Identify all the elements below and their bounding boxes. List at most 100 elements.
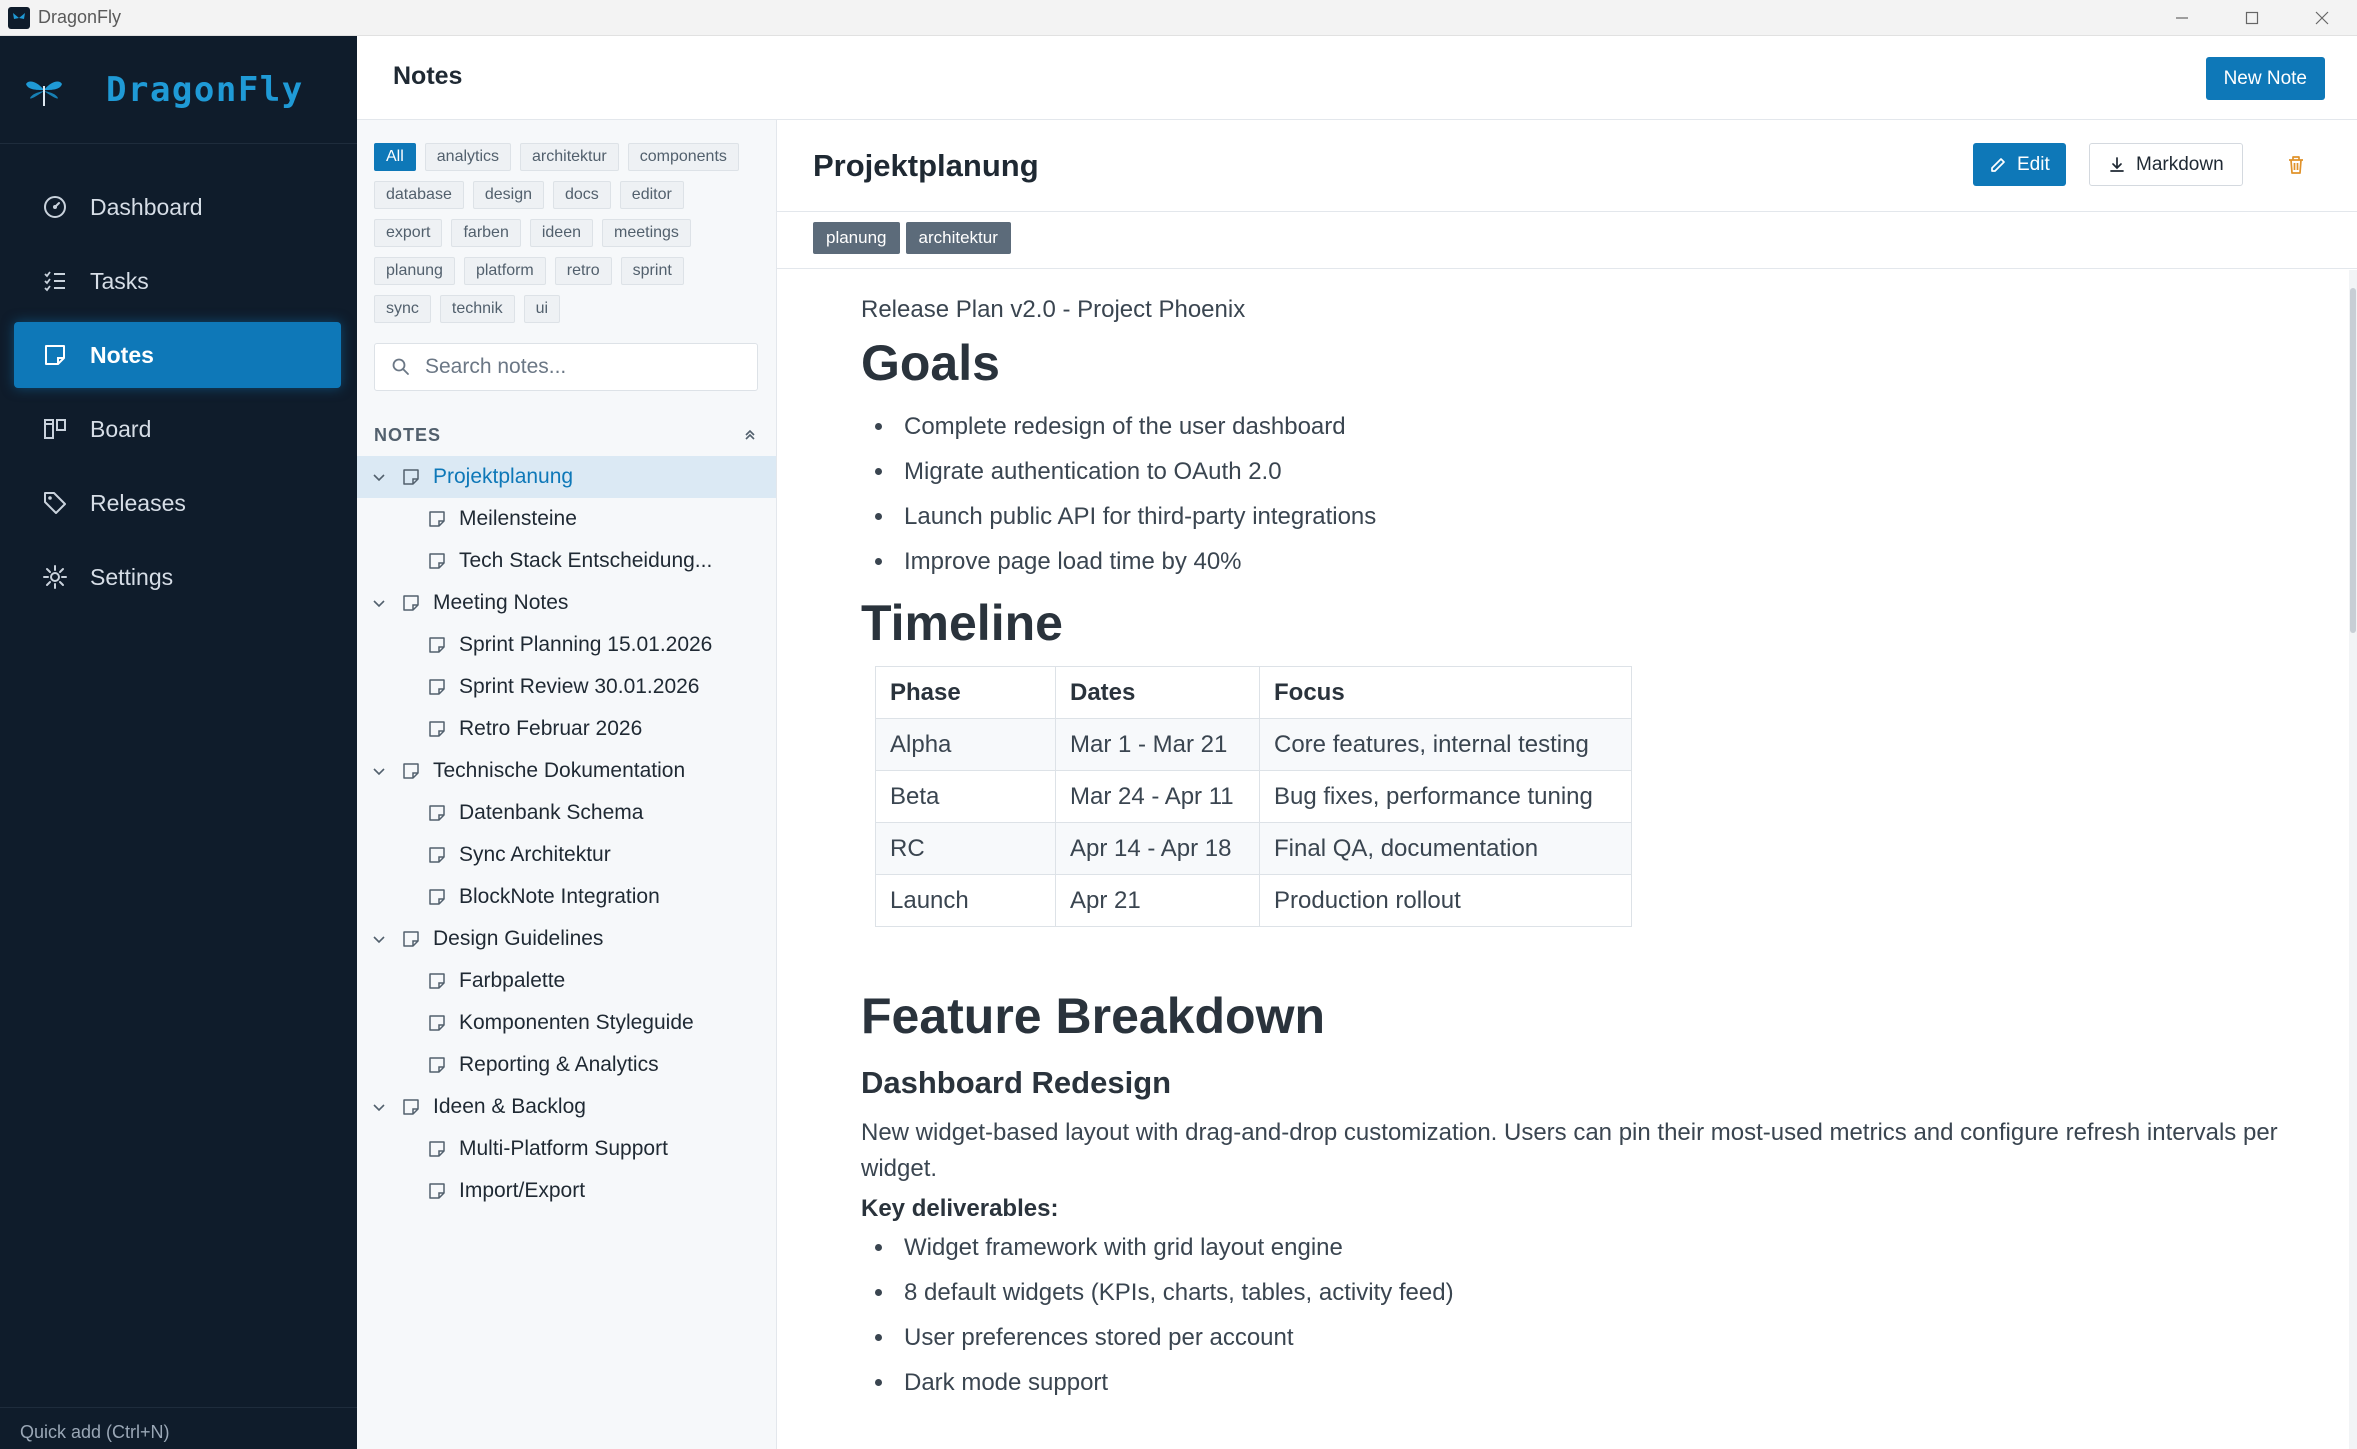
tag-filter-all[interactable]: All: [374, 143, 416, 171]
table-header-row: Phase Dates Focus: [875, 666, 1632, 719]
dashboard-description: New widget-based layout with drag-and-dr…: [861, 1119, 2278, 1182]
table-cell: Production rollout: [1259, 874, 1632, 927]
sidebar-item-releases[interactable]: Releases: [14, 470, 341, 536]
tree-note-row[interactable]: Meilensteine: [357, 498, 776, 540]
note-content-pane: Projektplanung Edit Markdown planung arc…: [777, 120, 2357, 1449]
tree-note-row[interactable]: Tech Stack Entscheidung...: [357, 540, 776, 582]
tag-filter-components[interactable]: components: [627, 143, 739, 171]
tree-note-row[interactable]: BlockNote Integration: [357, 876, 776, 918]
checklist-icon: [40, 266, 70, 296]
tree-folder-row[interactable]: Ideen & Backlog: [357, 1086, 776, 1128]
list-item: Launch public API for third-party integr…: [861, 494, 2281, 539]
note-icon: [427, 677, 447, 697]
tag-filter-ideen[interactable]: ideen: [529, 219, 593, 247]
tree-item-label: Datenbank Schema: [459, 801, 644, 824]
tree-folder-row[interactable]: Meeting Notes: [357, 582, 776, 624]
tree-note-row[interactable]: Retro Februar 2026: [357, 708, 776, 750]
tag-filter-retro[interactable]: retro: [554, 257, 612, 285]
tag-row: export farben ideen meetings: [374, 214, 764, 252]
sidebar-item-tasks[interactable]: Tasks: [14, 248, 341, 314]
divider: [777, 268, 2357, 269]
tree-note-row[interactable]: Reporting & Analytics: [357, 1044, 776, 1086]
tree-item-label: Tech Stack Entscheidung...: [459, 549, 713, 572]
sidebar-item-label: Dashboard: [90, 193, 203, 220]
tag-filter-technik[interactable]: technik: [439, 295, 515, 323]
chevron-down-icon[interactable]: [371, 763, 387, 779]
tag-filter-architektur[interactable]: architektur: [520, 143, 619, 171]
minimize-icon[interactable]: [2147, 0, 2217, 36]
chevron-down-icon[interactable]: [371, 1099, 387, 1115]
page-header: Notes New Note: [357, 36, 2357, 120]
sidebar-item-dashboard[interactable]: Dashboard: [14, 174, 341, 240]
sidebar-item-settings[interactable]: Settings: [14, 544, 341, 610]
tree-folder-row[interactable]: Design Guidelines: [357, 918, 776, 960]
tag-filter-sprint[interactable]: sprint: [620, 257, 684, 285]
tag-filter-docs[interactable]: docs: [553, 181, 611, 209]
tree-item-label: Sync Architektur: [459, 843, 611, 866]
tree-note-row[interactable]: Multi-Platform Support: [357, 1128, 776, 1170]
dashboard-redesign-heading: Dashboard Redesign: [861, 1065, 1172, 1100]
collapse-all-icon[interactable]: [742, 427, 758, 443]
tag-filter-design[interactable]: design: [472, 181, 544, 209]
markdown-export-button[interactable]: Markdown: [2089, 143, 2243, 186]
tag-row: database design docs editor: [374, 176, 764, 214]
new-note-button[interactable]: New Note: [2205, 57, 2325, 100]
tree-note-row[interactable]: Farbpalette: [357, 960, 776, 1002]
table-cell: Beta: [875, 770, 1056, 823]
note-icon: [427, 509, 447, 529]
quick-add-hint[interactable]: Quick add (Ctrl+N): [0, 1407, 357, 1449]
tag-filter-farben[interactable]: farben: [451, 219, 521, 247]
note-icon: [427, 803, 447, 823]
gear-icon: [40, 562, 70, 592]
note-icon: [401, 593, 421, 613]
goals-heading: Goals: [861, 335, 1000, 391]
tree-note-row[interactable]: Import/Export: [357, 1170, 776, 1212]
tag-filter-sync[interactable]: sync: [374, 295, 431, 323]
table-cell: Apr 21: [1055, 874, 1260, 927]
sidebar-item-board[interactable]: Board: [14, 396, 341, 462]
tree-item-label: BlockNote Integration: [459, 885, 660, 908]
tag-filter-planung[interactable]: planung: [374, 257, 455, 285]
sidebar-item-notes[interactable]: Notes: [14, 322, 341, 388]
tag-filter-ui[interactable]: ui: [523, 295, 561, 323]
tree-note-row[interactable]: Datenbank Schema: [357, 792, 776, 834]
chevron-down-icon[interactable]: [371, 595, 387, 611]
tag-filter-platform[interactable]: platform: [463, 257, 546, 285]
maximize-icon[interactable]: [2217, 0, 2287, 36]
brand-name: DragonFly: [106, 69, 304, 110]
edit-button[interactable]: Edit: [1973, 143, 2066, 186]
tag-filter-analytics[interactable]: analytics: [424, 143, 512, 171]
note-icon: [427, 551, 447, 571]
tree-folder-row[interactable]: Projektplanung: [357, 456, 776, 498]
note-header: Projektplanung Edit Markdown: [777, 120, 2357, 212]
tag-filter-database[interactable]: database: [374, 181, 464, 209]
scrollbar-thumb[interactable]: [2350, 288, 2356, 633]
note-tag[interactable]: architektur: [905, 222, 1011, 254]
delete-note-button[interactable]: [2279, 148, 2313, 182]
notes-section-label: NOTES: [374, 424, 442, 445]
content-scrollbar[interactable]: [2349, 270, 2357, 1449]
feature-breakdown-heading: Feature Breakdown: [861, 988, 1326, 1044]
tree-folder-row[interactable]: Technische Dokumentation: [357, 750, 776, 792]
window-titlebar: DragonFly: [0, 0, 2357, 36]
table-row: Beta Mar 24 - Apr 11 Bug fixes, performa…: [875, 770, 1632, 823]
close-icon[interactable]: [2287, 0, 2357, 36]
tag-filter-export[interactable]: export: [374, 219, 443, 247]
note-body[interactable]: Release Plan v2.0 - Project Phoenix Goal…: [861, 296, 2281, 1415]
tree-note-row[interactable]: Sync Architektur: [357, 834, 776, 876]
tree-note-row[interactable]: Sprint Planning 15.01.2026: [357, 624, 776, 666]
chevron-down-icon[interactable]: [371, 469, 387, 485]
tag-filter-meetings[interactable]: meetings: [602, 219, 691, 247]
search-input[interactable]: [425, 355, 745, 379]
tree-note-row[interactable]: Komponenten Styleguide: [357, 1002, 776, 1044]
tag-filter: All analytics architektur components dat…: [374, 138, 764, 328]
tree-note-row[interactable]: Sprint Review 30.01.2026: [357, 666, 776, 708]
sidebar-item-label: Settings: [90, 563, 174, 590]
note-tag[interactable]: planung: [813, 222, 900, 254]
tag-filter-editor[interactable]: editor: [619, 181, 684, 209]
tree-item-label: Farbpalette: [459, 969, 566, 992]
tree-item-label: Meeting Notes: [433, 591, 569, 614]
sidebar-item-label: Board: [90, 415, 152, 442]
chevron-down-icon[interactable]: [371, 931, 387, 947]
tree-item-label: Sprint Planning 15.01.2026: [459, 633, 713, 656]
